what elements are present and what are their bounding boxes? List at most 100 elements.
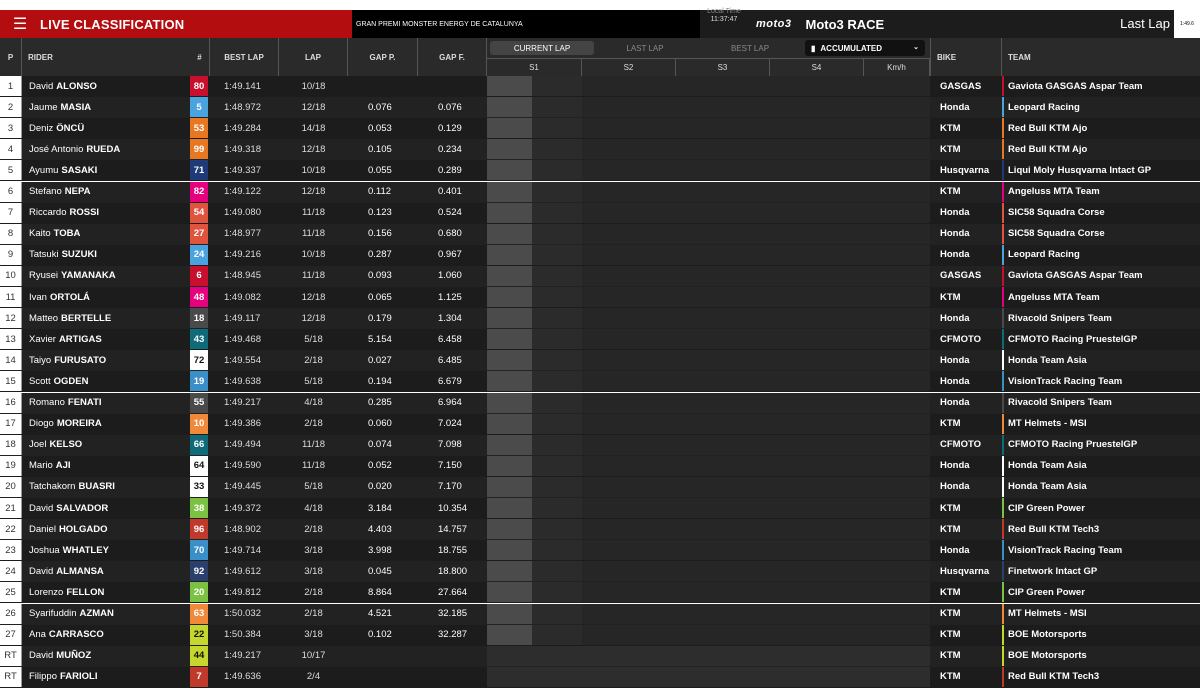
accumulated-dropdown[interactable]: ▮ ACCUMULATED ⌄ <box>805 40 925 56</box>
row-rider[interactable]: Lorenzo FELLON <box>22 582 188 602</box>
table-row[interactable]: 3 Deniz ÖNCÜ 53 1:49.284 14/18 0.053 0.129 KTM Re… <box>0 118 1200 140</box>
tab-current-lap[interactable]: CURRENT LAP <box>490 41 594 55</box>
table-row[interactable]: 12 Matteo BERTELLE 18 1:49.117 12/18 0.179 1.30… <box>0 308 1200 330</box>
table-row[interactable]: 13 Xavier ARTIGAS 43 1:49.468 5/18 5.154 6.458 C… <box>0 329 1200 351</box>
row-rider[interactable]: Deniz ÖNCÜ <box>22 118 188 138</box>
row-bike: GASGAS <box>940 80 982 92</box>
table-row[interactable]: 8 Kaito TOBA 27 1:48.977 11/18 0.156 0.680 Honda… <box>0 223 1200 245</box>
table-row[interactable]: 7 Riccardo ROSSI 54 1:49.080 11/18 0.123 0.524 H… <box>0 202 1200 224</box>
row-rider[interactable]: Riccardo ROSSI <box>22 203 188 223</box>
row-rider[interactable]: Joshua WHATLEY <box>22 540 188 560</box>
row-rider[interactable]: Daniel HOLGADO <box>22 519 188 539</box>
row-team: Gaviota GASGAS Aspar Team <box>1008 80 1143 92</box>
row-rider[interactable]: Ana CARRASCO <box>22 625 188 645</box>
row-rider[interactable]: Ivan ORTOLÁ <box>22 287 188 307</box>
rider-first-name: Ayumu <box>29 164 59 176</box>
row-bike: Honda <box>940 249 970 261</box>
row-rider[interactable]: Xavier ARTIGAS <box>22 329 188 349</box>
speed-value <box>864 645 930 666</box>
row-rider[interactable]: David MUÑOZ <box>22 646 188 666</box>
row-team: Red Bull KTM Tech3 <box>1008 523 1100 535</box>
table-row[interactable]: 11 Ivan ORTOLÁ 48 1:49.082 12/18 0.065 1.125 KTM… <box>0 287 1200 308</box>
row-rider[interactable]: José Antonio RUEDA <box>22 139 188 159</box>
table-row[interactable]: 1 David ALONSO 80 1:49.141 10/18 GASGAS Gaviota… <box>0 76 1200 97</box>
table-row[interactable]: RT Filippo FARIOLI 7 1:49.636 2/4 KTM Red Bull … <box>0 666 1200 688</box>
table-row[interactable]: 6 Stefano NEPA 82 1:49.122 12/18 0.112 0.401 KTM… <box>0 181 1200 203</box>
row-rider[interactable]: David ALONSO <box>22 76 188 96</box>
table-row[interactable]: 18 Joel KELSO 66 1:49.494 11/18 0.074 7.098 CFMO… <box>0 434 1200 456</box>
table-row[interactable]: 5 Ayumu SASAKI 71 1:49.337 10/18 0.055 0.289 Hus… <box>0 160 1200 182</box>
row-gap-first: 6.458 <box>438 333 462 345</box>
row-gap-first: 0.289 <box>438 164 462 176</box>
event-name: GRAN PREMI MONSTER ENERGY DE CATALUNYA <box>352 10 700 38</box>
row-rider[interactable]: Filippo FARIOLI <box>22 667 188 687</box>
col-gap-first[interactable]: GAP F. <box>418 38 487 76</box>
rider-last-name: ORTOLÁ <box>49 291 90 303</box>
col-team[interactable]: TEAM <box>1002 38 1200 76</box>
sector-1-progress <box>487 97 532 118</box>
row-rider[interactable]: Scott OGDEN <box>22 371 188 391</box>
row-rider[interactable]: Mario AJI <box>22 456 188 476</box>
table-row[interactable]: 2 Jaume MASIA 5 1:48.972 12/18 0.076 0.076 Honda… <box>0 97 1200 119</box>
row-rider[interactable]: Stefano NEPA <box>22 182 188 202</box>
sector-1-time <box>532 202 582 223</box>
row-rider[interactable]: David ALMANSA <box>22 561 188 581</box>
row-rider[interactable]: Syarifuddin AZMAN <box>22 604 188 624</box>
col-gap-previous[interactable]: GAP P. <box>348 38 418 76</box>
col-lap[interactable]: LAP <box>279 38 348 76</box>
rider-number-badge: 43 <box>190 329 208 350</box>
col-number[interactable]: # <box>190 38 210 76</box>
col-rider[interactable]: RIDER <box>22 38 190 76</box>
sector-1-time <box>532 118 582 139</box>
hamburger-menu-icon[interactable]: ☰ <box>0 14 40 34</box>
table-row[interactable]: 24 David ALMANSA 92 1:49.612 3/18 0.045 18.800 H… <box>0 561 1200 583</box>
row-team: Angeluss MTA Team <box>1008 186 1100 197</box>
row-rider[interactable]: Tatchakorn BUASRI <box>22 477 188 497</box>
table-row[interactable]: 4 José Antonio RUEDA 99 1:49.318 12/18 0.105 0.… <box>0 139 1200 161</box>
rider-number-badge: 63 <box>190 603 208 624</box>
row-rider[interactable]: Diogo MOREIRA <box>22 414 188 434</box>
col-bike[interactable]: BIKE <box>930 38 1002 76</box>
table-row[interactable]: 9 Tatsuki SUZUKI 24 1:49.216 10/18 0.287 0.967 H… <box>0 244 1200 266</box>
row-rider[interactable]: Ryusei YAMANAKA <box>22 266 188 286</box>
row-rider[interactable]: Joel KELSO <box>22 435 188 455</box>
sector-1-progress <box>487 202 532 223</box>
row-rider[interactable]: Taiyo FURUSATO <box>22 350 188 370</box>
tab-best-lap[interactable]: BEST LAP <box>697 41 803 55</box>
table-row[interactable]: 16 Romano FENATI 55 1:49.217 4/18 0.285 6.964 Ho… <box>0 392 1200 414</box>
row-team: CIP Green Power <box>1008 586 1085 598</box>
sector-1-time <box>532 223 582 244</box>
table-row[interactable]: 22 Daniel HOLGADO 96 1:48.902 2/18 4.403 14.757… <box>0 519 1200 541</box>
row-rider[interactable]: Jaume MASIA <box>22 97 188 117</box>
table-row[interactable]: 26 Syarifuddin AZMAN 63 1:50.032 2/18 4.521 32.… <box>0 603 1200 625</box>
table-row[interactable]: 21 David SALVADOR 38 1:49.372 4/18 3.184 10.354… <box>0 498 1200 519</box>
row-rider[interactable]: Ayumu SASAKI <box>22 160 188 180</box>
table-row[interactable]: 25 Lorenzo FELLON 20 1:49.812 2/18 8.864 27.664… <box>0 582 1200 604</box>
row-gap-previous: 0.027 <box>368 354 392 366</box>
tab-last-lap[interactable]: LAST LAP <box>595 41 695 55</box>
row-rider[interactable]: Kaito TOBA <box>22 224 188 244</box>
table-row[interactable]: 15 Scott OGDEN 19 1:49.638 5/18 0.194 6.679 Hond… <box>0 371 1200 393</box>
table-row[interactable]: 10 Ryusei YAMANAKA 6 1:48.945 11/18 0.093 1.060… <box>0 265 1200 287</box>
row-team: Honda Team Asia <box>1008 354 1087 366</box>
rider-last-name: MOREIRA <box>56 418 102 430</box>
row-rider[interactable]: Tatsuki SUZUKI <box>22 245 188 265</box>
row-rider[interactable]: Romano FENATI <box>22 393 188 413</box>
last-lap-value: 1:49.6 <box>1174 10 1200 38</box>
row-lap-count: 11/18 <box>301 228 326 240</box>
row-gap-first: 14.757 <box>438 523 468 535</box>
table-row[interactable]: 20 Tatchakorn BUASRI 33 1:49.445 5/18 0.020 7.1… <box>0 476 1200 498</box>
row-rider[interactable]: Matteo BERTELLE <box>22 308 188 328</box>
table-row[interactable]: 19 Mario AJI 64 1:49.590 11/18 0.052 7.150 Honda… <box>0 455 1200 477</box>
row-rider[interactable]: David SALVADOR <box>22 498 188 518</box>
sector-4-time <box>770 624 864 645</box>
table-row[interactable]: 27 Ana CARRASCO 22 1:50.384 3/18 0.102 32.287 KT… <box>0 624 1200 646</box>
col-best-lap[interactable]: BEST LAP <box>210 38 279 76</box>
col-position[interactable]: P <box>0 38 22 76</box>
table-row[interactable]: RT David MUÑOZ 44 1:49.217 10/17 KTM BOE Motors… <box>0 645 1200 667</box>
speed-value <box>864 76 930 96</box>
table-row[interactable]: 17 Diogo MOREIRA 10 1:49.386 2/18 0.060 7.024 KT… <box>0 413 1200 435</box>
table-row[interactable]: 23 Joshua WHATLEY 70 1:49.714 3/18 3.998 18.755… <box>0 540 1200 562</box>
row-position: 26 <box>0 603 22 624</box>
table-row[interactable]: 14 Taiyo FURUSATO 72 1:49.554 2/18 0.027 6.485 H… <box>0 350 1200 372</box>
